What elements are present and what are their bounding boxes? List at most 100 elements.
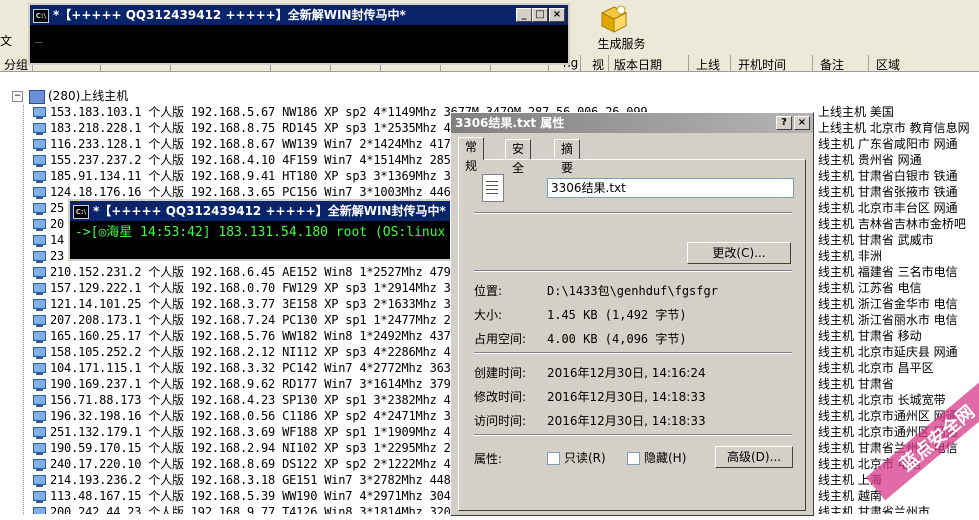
host-row[interactable]: 185.91.134.11 个人版 192.168.9.41 HT180 XP … (33, 168, 507, 184)
computer-icon (33, 234, 46, 247)
host-row[interactable]: 14 (33, 232, 64, 248)
computer-icon (33, 122, 46, 135)
host-row[interactable]: 183.218.228.1 个人版 192.168.8.75 RD145 XP … (33, 120, 507, 136)
accessed-value: 2016年12月30日, 14:18:33 (547, 414, 706, 428)
host-row[interactable]: 207.208.173.1 个人版 192.168.7.24 PC130 XP … (33, 312, 507, 328)
computer-icon (33, 218, 46, 231)
host-row-text: 183.218.228.1 个人版 192.168.8.75 RD145 XP … (50, 121, 507, 135)
tree-guide-line (23, 105, 24, 515)
host-row-text: 196.32.198.16 个人版 192.168.0.56 C1186 XP … (50, 409, 507, 423)
disk-size-label: 占用空间: (474, 332, 527, 346)
checkbox-icon[interactable] (547, 452, 560, 465)
host-row[interactable]: 104.171.115.1 个人版 192.168.3.32 PC142 Win… (33, 360, 507, 376)
host-row[interactable]: 251.132.179.1 个人版 192.168.3.69 WF188 XP … (33, 424, 507, 440)
computer-icon (33, 186, 46, 199)
host-row[interactable]: 196.32.198.16 个人版 192.168.0.56 C1186 XP … (33, 408, 507, 424)
computer-icon (33, 490, 46, 503)
checkbox-icon[interactable] (627, 452, 640, 465)
maximize-button[interactable]: □ (532, 8, 548, 22)
computer-icon (33, 314, 46, 327)
divider (474, 270, 792, 272)
computer-icon (33, 378, 46, 391)
console-window-top[interactable]: C:\ *【+++++ QQ312439412 +++++】全新解WIN封传马中*… (28, 3, 570, 65)
console-title: *【+++++ QQ312439412 +++++】全新解WIN封传马中* (53, 8, 406, 22)
col-region[interactable]: 区域 (876, 56, 900, 73)
computer-icon (33, 170, 46, 183)
host-row[interactable]: 23 (33, 248, 64, 264)
host-row-region: 线主机 吉林省吉林市金桥吧 (818, 217, 966, 231)
host-row-text: 165.160.25.17 个人版 192.168.5.76 WW182 Win… (50, 329, 507, 343)
host-row[interactable]: 113.48.167.15 个人版 192.168.5.39 WW190 Win… (33, 488, 507, 504)
host-row[interactable]: 121.14.101.25 个人版 192.168.3.77 3E158 XP … (33, 296, 507, 312)
host-row[interactable]: 155.237.237.2 个人版 192.168.4.10 4F159 Win… (33, 152, 507, 168)
host-row-region: 线主机 甘肃省张掖市 铁通 (818, 185, 958, 199)
advanced-button[interactable]: 高级(D)... (715, 446, 793, 468)
host-row[interactable]: 190.59.170.15 个人版 192.168.2.94 NI102 XP … (33, 440, 507, 456)
computer-icon (33, 330, 46, 343)
host-row[interactable]: 25 (33, 200, 64, 216)
host-row-text: 200.242.44.23 个人版 192.168.9.77 T4126 Win… (50, 505, 507, 514)
tree-root[interactable]: − (280)上线主机 (0, 88, 128, 104)
console-output: _ (35, 29, 43, 43)
tab-security[interactable]: 安全 (505, 139, 532, 175)
computer-group-icon (29, 89, 45, 104)
created-label: 创建时间: (474, 366, 527, 380)
minimize-button[interactable]: _ (516, 8, 532, 22)
host-row-text: 240.17.220.10 个人版 192.168.8.69 DS122 XP … (50, 457, 507, 471)
host-row[interactable]: 20 (33, 216, 64, 232)
watermark-text: 蓝点安全网 (896, 401, 979, 476)
host-row-text: 25 (50, 201, 65, 215)
col-note[interactable]: 备注 (820, 56, 844, 73)
host-row[interactable]: 165.160.25.17 个人版 192.168.5.76 WW182 Win… (33, 328, 507, 344)
col-online[interactable]: 上线 (696, 56, 720, 73)
file-properties-dialog[interactable]: 3306结果.txt 属性 ? × 常规 安全 摘要 3306结果.txt 更改… (450, 112, 814, 516)
computer-icon (33, 138, 46, 151)
host-row[interactable]: 210.152.231.2 个人版 192.168.6.45 AE152 Win… (33, 264, 507, 280)
tree-root-label: (280)上线主机 (48, 89, 129, 103)
console-title-bar[interactable]: C:\ *【+++++ QQ312439412 +++++】全新解WIN封传马中*… (30, 5, 568, 25)
host-row[interactable]: 190.169.237.1 个人版 192.168.9.62 RD177 Win… (33, 376, 507, 392)
collapse-icon[interactable]: − (12, 91, 23, 102)
col-group[interactable]: 分组 (4, 56, 28, 73)
host-row-text: 156.71.88.173 个人版 192.168.4.23 SP130 XP … (50, 393, 507, 407)
generate-server-button[interactable]: 生成服务端 (578, 2, 650, 68)
host-row-region: 上线主机 北京市 教育信息网 (818, 121, 970, 135)
col-version-date[interactable]: 版本日期 (614, 56, 662, 73)
divider (474, 212, 792, 214)
hidden-checkbox[interactable]: 隐藏(H) (627, 449, 686, 466)
host-row-region: 线主机 浙江省丽水市 电信 (818, 313, 958, 327)
computer-icon (33, 154, 46, 167)
host-row[interactable]: 240.17.220.10 个人版 192.168.8.69 DS122 XP … (33, 456, 507, 472)
col-boot-time[interactable]: 开机时间 (738, 56, 786, 73)
accessed-label: 访问时间: (474, 414, 527, 428)
host-row[interactable]: 124.18.176.16 个人版 192.168.3.65 PC156 Win… (33, 184, 507, 200)
host-row[interactable]: 214.193.236.2 个人版 192.168.3.18 GE151 Win… (33, 472, 507, 488)
host-row[interactable]: 200.242.44.23 个人版 192.168.9.77 T4126 Win… (33, 504, 507, 514)
col-view[interactable]: 视 (592, 56, 604, 73)
readonly-checkbox[interactable]: 只读(R) (547, 449, 606, 466)
tab-general[interactable]: 常规 (458, 137, 485, 173)
tab-summary[interactable]: 摘要 (554, 139, 581, 175)
host-row-text: 190.59.170.15 个人版 192.168.2.94 NI102 XP … (50, 441, 507, 455)
change-button[interactable]: 更改(C)... (687, 242, 791, 264)
host-row-region: 线主机 甘肃省白银市 铁通 (818, 169, 958, 183)
computer-icon (33, 426, 46, 439)
host-row[interactable]: 158.105.252.2 个人版 192.168.2.12 NI112 XP … (33, 344, 507, 360)
filename-input[interactable]: 3306结果.txt (547, 178, 794, 198)
general-panel: 3306结果.txt 更改(C)... 位置: D:\1433包\genhduf… (458, 159, 806, 511)
dialog-close-button[interactable]: × (794, 116, 810, 130)
location-value: D:\1433包\genhduf\fgsfgr (547, 284, 718, 298)
help-button[interactable]: ? (776, 116, 792, 130)
host-row[interactable]: 156.71.88.173 个人版 192.168.4.23 SP130 XP … (33, 392, 507, 408)
host-row-text: 104.171.115.1 个人版 192.168.3.32 PC142 Win… (50, 361, 507, 375)
computer-icon (33, 346, 46, 359)
host-row-text: 157.129.222.1 个人版 192.168.0.70 FW129 XP … (50, 281, 507, 295)
close-button[interactable]: × (549, 8, 565, 22)
host-row-region: 上线主机 美国 (818, 105, 894, 119)
host-row[interactable]: 116.233.128.1 个人版 192.168.8.67 WW139 Win… (33, 136, 507, 152)
host-row[interactable]: 157.129.222.1 个人版 192.168.0.70 FW129 XP … (33, 280, 507, 296)
dialog-title-bar[interactable]: 3306结果.txt 属性 ? × (451, 113, 813, 133)
created-value: 2016年12月30日, 14:16:24 (547, 366, 706, 380)
attributes-label: 属性: (474, 452, 503, 466)
host-row-text: 113.48.167.15 个人版 192.168.5.39 WW190 Win… (50, 489, 507, 503)
